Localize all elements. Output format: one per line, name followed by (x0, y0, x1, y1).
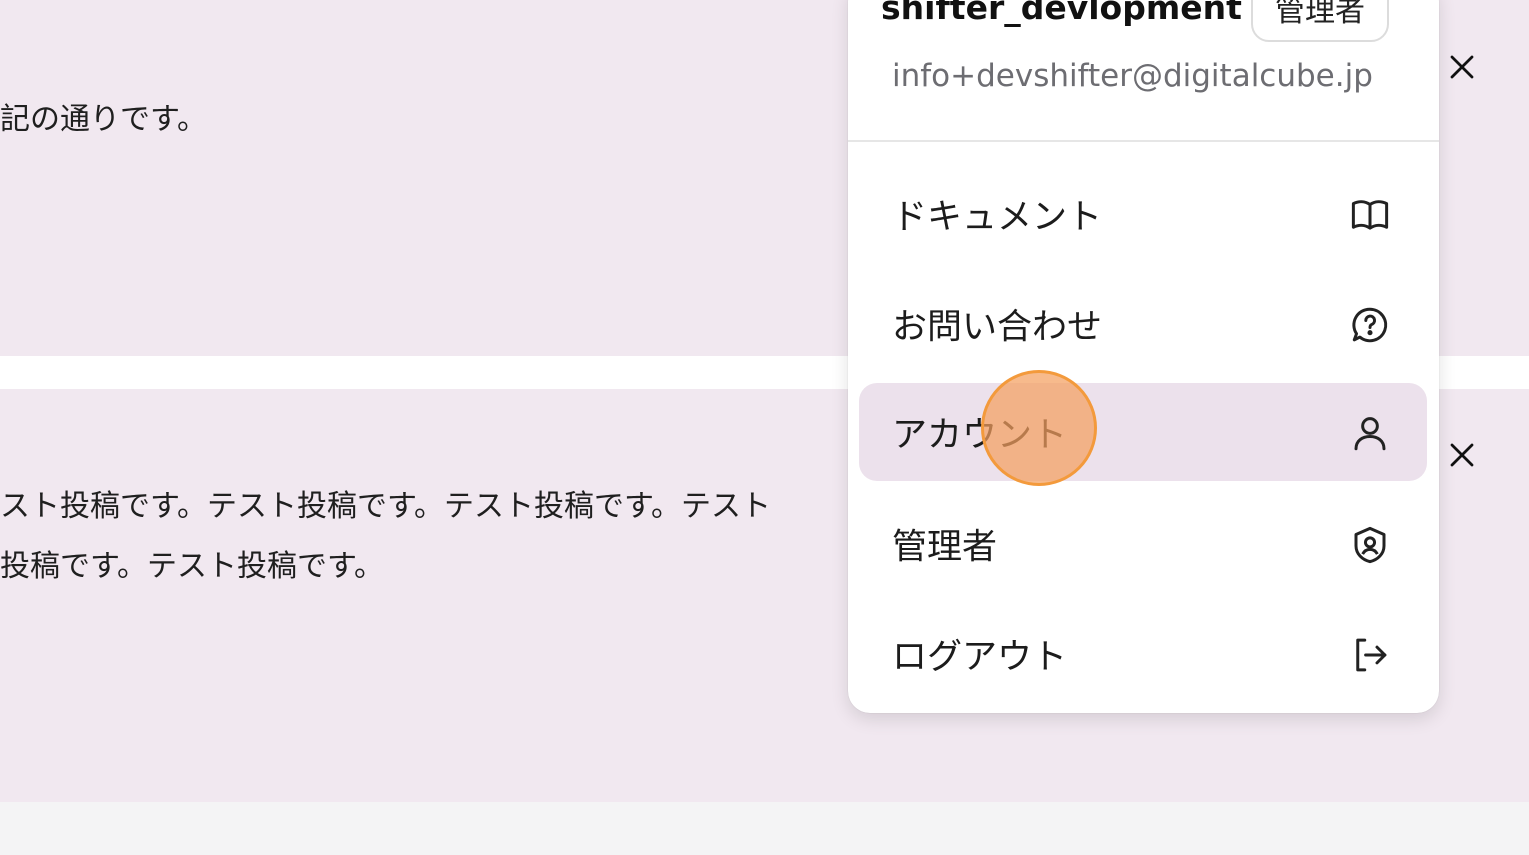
post-text-line: 投稿です。テスト投稿です。 (0, 549, 384, 584)
menu-item-contact[interactable]: お問い合わせ (859, 275, 1427, 373)
post-text: 記の通りです。 (0, 102, 207, 137)
shield-user-icon (1354, 526, 1386, 564)
close-icon (1450, 55, 1474, 79)
menu-item-label: 管理者 (892, 527, 998, 568)
menu-item-label: アカウント (892, 415, 1068, 456)
username: shifter_devlopment (881, 0, 1242, 27)
page: 記の通りです。 スト投稿です。テスト投稿です。テスト投稿です。テスト 投稿です。… (0, 0, 1529, 855)
menu-item-label: ドキュメント (892, 197, 1103, 238)
menu-item-account[interactable]: アカウント (859, 383, 1427, 481)
book-open-icon (1351, 200, 1389, 230)
close-button[interactable] (1440, 433, 1484, 477)
account-menu: shifter_devlopment 管理者 info+devshifter@d… (848, 0, 1439, 713)
post-text-line: スト投稿です。テスト投稿です。テスト投稿です。テスト (0, 489, 771, 524)
close-icon (1450, 443, 1474, 467)
user-icon (1354, 417, 1386, 451)
user-email: info+devshifter@digitalcube.jp (892, 58, 1373, 94)
menu-item-logout[interactable]: ログアウト (859, 605, 1427, 703)
menu-item-documents[interactable]: ドキュメント (859, 165, 1427, 263)
close-button[interactable] (1440, 45, 1484, 89)
post-text: スト投稿です。テスト投稿です。テスト投稿です。テスト 投稿です。テスト投稿です。 (0, 477, 771, 597)
menu-item-admin[interactable]: 管理者 (859, 495, 1427, 593)
menu-item-label: ログアウト (892, 637, 1068, 678)
role-badge: 管理者 (1251, 0, 1389, 42)
menu-item-label: お問い合わせ (892, 307, 1103, 348)
account-menu-header: shifter_devlopment 管理者 info+devshifter@d… (848, 0, 1439, 142)
logout-icon (1356, 638, 1387, 672)
question-circle-icon (1352, 307, 1388, 343)
